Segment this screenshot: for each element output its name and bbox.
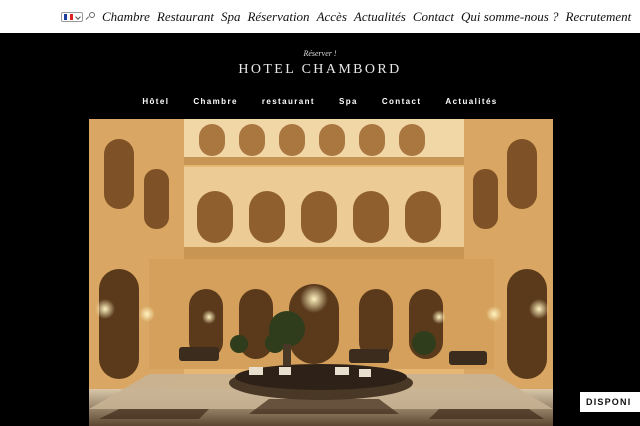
top-nav-recrutement[interactable]: Recrutement [566,9,632,25]
hero-lobby-image [89,119,553,426]
availability-button[interactable]: DISPONI [580,392,640,412]
top-nav-restaurant[interactable]: Restaurant [157,9,214,25]
top-nav-chambre[interactable]: Chambre [102,9,150,25]
reserver-link[interactable]: Réserver ! [0,49,640,58]
main-nav-hotel[interactable]: Hôtel [142,97,169,106]
main-nav-spa[interactable]: Spa [339,97,358,106]
top-nav-contact[interactable]: Contact [413,9,454,25]
main-nav-restaurant[interactable]: restaurant [262,97,315,106]
main-nav-contact[interactable]: Contact [382,97,422,106]
chevron-down-icon [75,14,81,20]
search-icon[interactable] [85,12,95,21]
main-nav-actualites[interactable]: Actualités [445,97,497,106]
main-nav-chambre[interactable]: Chambre [193,97,237,106]
main-navigation: Hôtel Chambre restaurant Spa Contact Act… [0,97,640,106]
top-nav-acces[interactable]: Accès [317,9,347,25]
top-nav-spa[interactable]: Spa [221,9,241,25]
top-nav-reservation[interactable]: Réservation [247,9,309,25]
language-selector[interactable] [61,12,83,22]
french-flag-icon [64,14,73,20]
top-nav-actualites[interactable]: Actualités [354,9,406,25]
hotel-logo[interactable]: HOTEL CHAMBORD [0,62,640,78]
top-nav-qui-sommes-nous[interactable]: Qui somme-nous ? [461,9,559,25]
top-nav-links: Chambre Restaurant Spa Réservation Accès… [102,9,638,25]
top-navigation-bar: Chambre Restaurant Spa Réservation Accès… [0,0,640,33]
